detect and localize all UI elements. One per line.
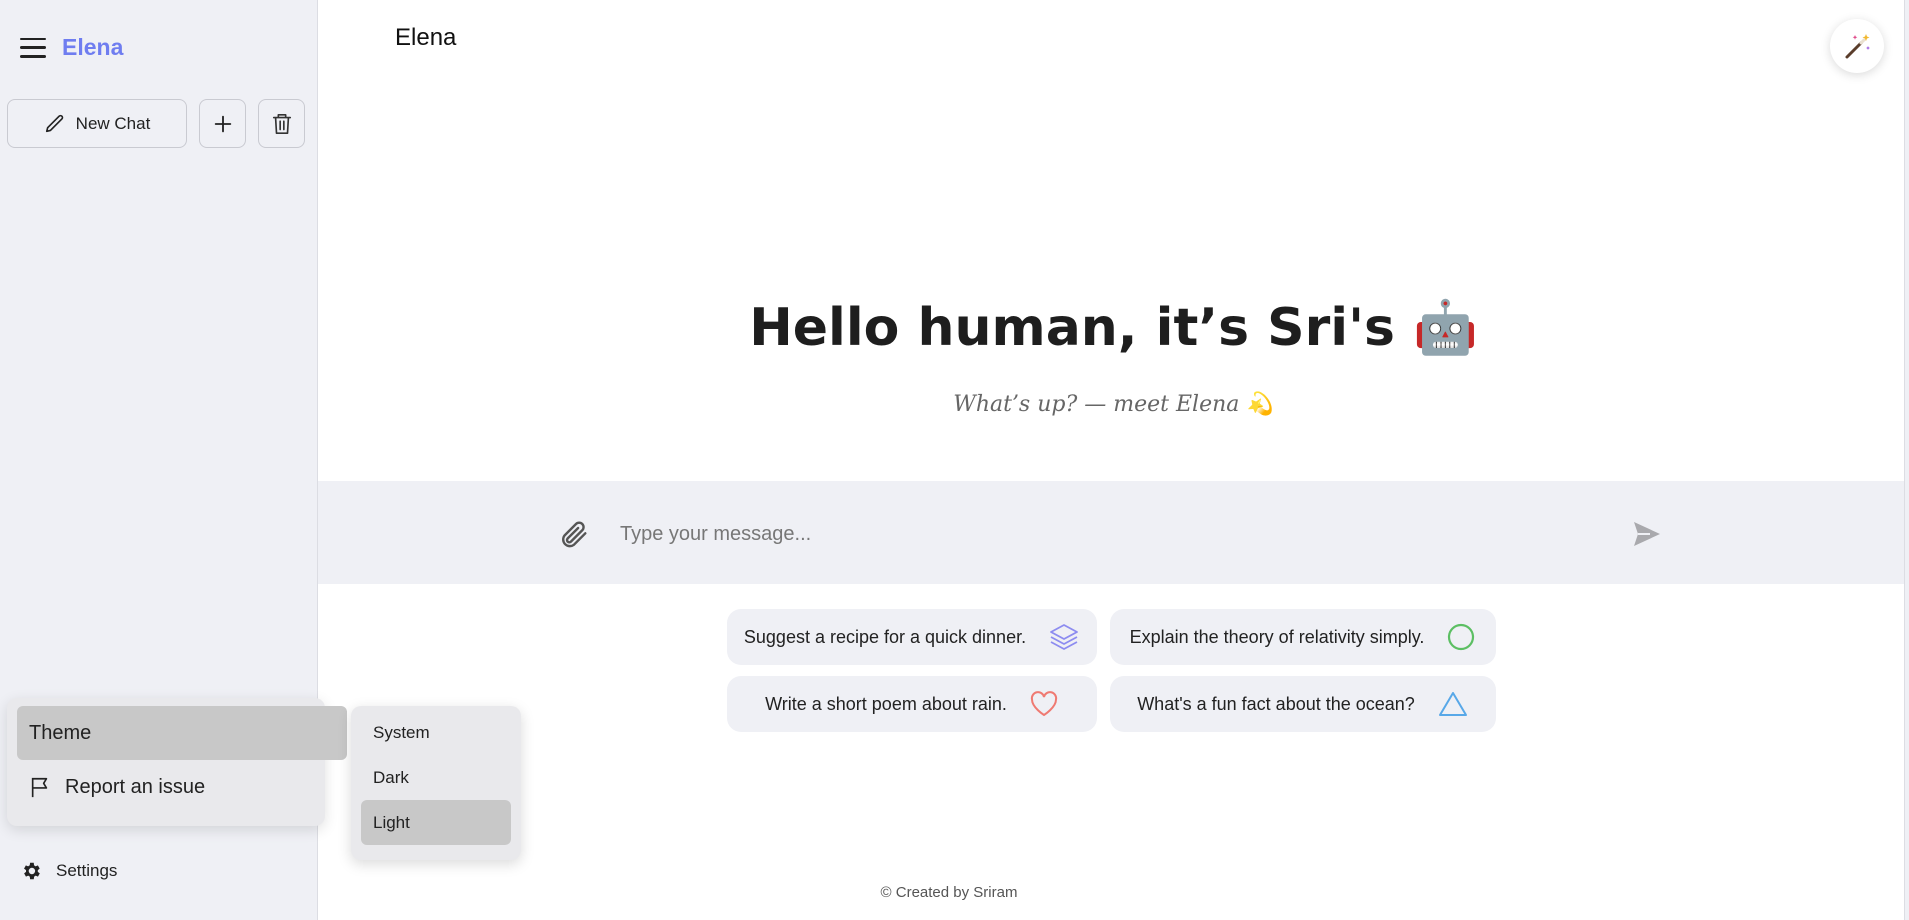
hero-greeting: Hello human, it’s Sri's 🤖 (749, 298, 1478, 358)
suggestion-chip[interactable]: Write a short poem about rain. (727, 676, 1097, 732)
menu-toggle-icon[interactable] (20, 37, 46, 58)
delete-button[interactable] (258, 99, 305, 148)
theme-option-light[interactable]: Light (361, 800, 511, 845)
flag-icon (31, 777, 48, 798)
trash-icon (272, 113, 291, 134)
paperclip-icon[interactable] (558, 518, 590, 550)
suggestion-label: What's a fun fact about the ocean? (1137, 693, 1415, 714)
theme-option-system[interactable]: System (361, 710, 511, 755)
gear-icon (24, 862, 40, 880)
magic-wand-button[interactable] (1830, 19, 1884, 73)
magic-wand-icon (1845, 34, 1870, 59)
settings-button[interactable]: Settings (20, 860, 117, 882)
suggestion-chip[interactable]: Suggest a recipe for a quick dinner. (727, 609, 1097, 665)
new-chat-label: New Chat (75, 113, 151, 133)
menu-item-theme[interactable]: Theme (17, 706, 347, 760)
circle-icon (1448, 623, 1475, 651)
menu-item-report-label: Report an issue (65, 775, 206, 798)
suggestion-label: Explain the theory of relativity simply. (1129, 626, 1425, 647)
layers-icon (1050, 624, 1078, 650)
add-button[interactable] (199, 99, 246, 148)
new-chat-button[interactable]: New Chat (7, 99, 187, 148)
sidebar-header: Elena (20, 34, 123, 61)
scrollbar-track[interactable] (1904, 0, 1909, 920)
message-input[interactable] (620, 514, 1600, 554)
hero-subtitle: What’s up? — meet Elena 💫 (953, 392, 1274, 417)
theme-option-dark[interactable]: Dark (361, 755, 511, 800)
pencil-icon (45, 114, 63, 132)
suggestion-label: Write a short poem about rain. (765, 693, 1007, 714)
suggestion-label: Suggest a recipe for a quick dinner. (743, 626, 1027, 647)
send-icon[interactable] (1632, 520, 1662, 548)
menu-item-theme-label: Theme (29, 721, 92, 744)
suggestion-chip[interactable]: Explain the theory of relativity simply. (1110, 609, 1496, 665)
settings-menu: Theme Report an issue (7, 698, 347, 826)
page-title: Elena (395, 24, 457, 51)
composer (540, 500, 1680, 568)
brand-name: Elena (62, 34, 124, 60)
plus-icon (214, 115, 231, 132)
sidebar-actions: New Chat (7, 99, 305, 148)
menu-item-report-issue[interactable]: Report an issue (17, 760, 347, 814)
app-window: Elena New Chat Settings Theme Report an … (0, 0, 1909, 920)
suggestion-chip[interactable]: What's a fun fact about the ocean? (1110, 676, 1496, 732)
theme-submenu: System Dark Light (351, 706, 521, 860)
settings-label: Settings (56, 861, 118, 880)
footer-credit: © Created by Sriram (880, 884, 1018, 901)
triangle-icon (1438, 692, 1467, 716)
heart-icon (1030, 691, 1057, 717)
